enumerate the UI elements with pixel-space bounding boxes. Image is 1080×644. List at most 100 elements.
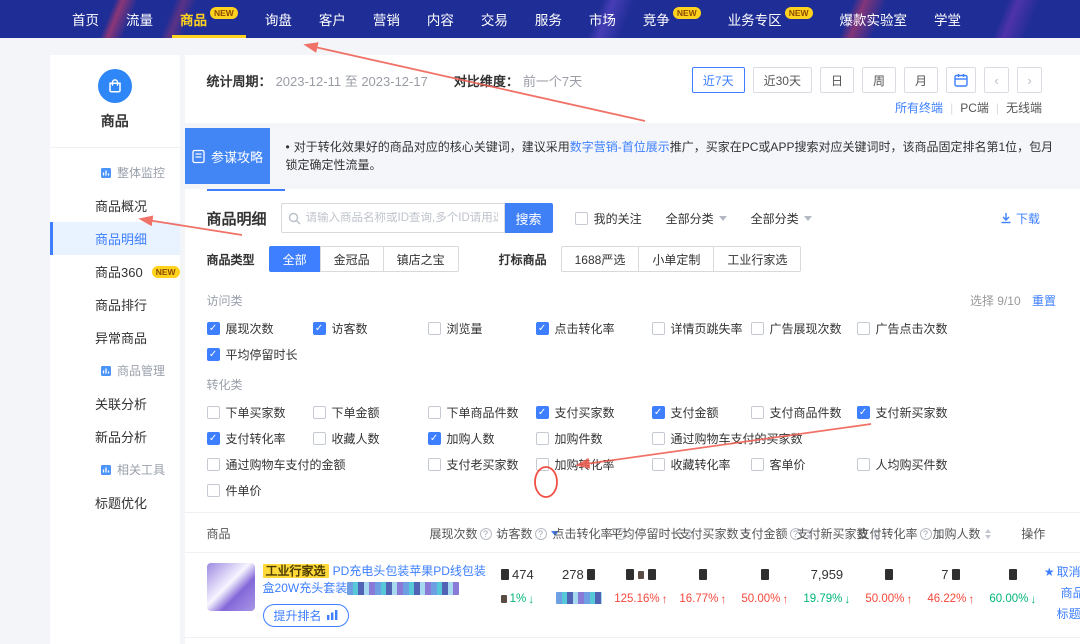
action-link-1[interactable]: ★取消关注 <box>1044 563 1080 582</box>
metric-checkbox[interactable]: 下单商品件数 <box>428 404 519 421</box>
product-image[interactable] <box>207 563 255 611</box>
nav-item-4[interactable]: 询盘 <box>265 0 292 38</box>
metric-checkbox[interactable]: 下单金额 <box>313 404 380 421</box>
sidebar-item-4[interactable]: 商品360NEW <box>50 255 180 288</box>
rank-boost-button[interactable]: 提升排名 <box>263 604 349 627</box>
sidebar-item-11[interactable]: 标题优化 <box>50 486 180 519</box>
metric-value <box>610 566 672 583</box>
sidebar-item-6[interactable]: 异常商品 <box>50 321 180 354</box>
product-title[interactable]: 工业行家选PD充电头包装苹果PD线包装 <box>263 563 486 580</box>
metric-checkbox[interactable]: 支付金额 <box>652 404 719 421</box>
nav-item-13[interactable]: 爆款实验室 <box>840 0 908 38</box>
range-button-2[interactable]: 近30天 <box>753 67 812 93</box>
type-button-1[interactable]: 全部 <box>269 246 321 272</box>
category-select-2[interactable]: 全部分类 <box>751 210 812 227</box>
metric-checkbox[interactable]: 浏览量 <box>428 320 483 337</box>
metric-checkbox[interactable]: 件单价 <box>207 482 262 499</box>
metric-checkbox[interactable]: 加购人数 <box>428 430 495 447</box>
metric-checkbox[interactable]: 点击转化率 <box>536 320 615 337</box>
type-button-2[interactable]: 金冠品 <box>320 246 384 272</box>
sidebar-item-10[interactable]: 相关工具 <box>50 453 180 486</box>
sidebar-item-8[interactable]: 关联分析 <box>50 387 180 420</box>
metric-checkbox[interactable]: 广告点击次数 <box>857 320 948 337</box>
range-button-3[interactable]: 日 <box>820 67 854 93</box>
metric-checkbox[interactable]: 收藏转化率 <box>652 456 731 473</box>
metric-checkbox[interactable]: 平均停留时长 <box>207 346 298 363</box>
mark-button-2[interactable]: 小单定制 <box>638 246 714 272</box>
column-header-4[interactable]: 平均停留时长 <box>621 525 683 542</box>
range-button-4[interactable]: 周 <box>862 67 896 93</box>
metric-checkbox[interactable]: 支付新买家数 <box>857 404 948 421</box>
help-icon[interactable]: ? <box>480 528 492 540</box>
column-header-9[interactable]: 加购人数 <box>931 525 993 542</box>
nav-item-6[interactable]: 营销 <box>373 0 400 38</box>
metric-checkbox[interactable]: 支付商品件数 <box>751 404 842 421</box>
sidebar-item-9[interactable]: 新品分析 <box>50 420 180 453</box>
nav-item-10[interactable]: 市场 <box>589 0 616 38</box>
metric-checkbox-label: 支付新买家数 <box>876 404 948 421</box>
metric-checkbox[interactable]: 收藏人数 <box>313 430 380 447</box>
nav-item-7[interactable]: 内容 <box>427 0 454 38</box>
help-icon[interactable]: ? <box>535 528 547 540</box>
nav-item-5[interactable]: 客户 <box>319 0 346 38</box>
nav-item-9[interactable]: 服务 <box>535 0 562 38</box>
action-link-2[interactable]: 商品360 <box>1061 584 1080 603</box>
reset-button[interactable]: 重置 <box>1032 294 1056 308</box>
next-period-button[interactable]: › <box>1017 67 1042 93</box>
calendar-button[interactable] <box>946 67 976 93</box>
metric-checkbox[interactable]: 广告展现次数 <box>751 320 842 337</box>
action-link-3[interactable]: 标题优化 <box>1057 605 1080 624</box>
nav-item-8[interactable]: 交易 <box>481 0 508 38</box>
my-follow-checkbox[interactable]: 我的关注 <box>575 210 642 227</box>
sort-icon[interactable] <box>985 529 991 539</box>
nav-item-3[interactable]: 商品NEW <box>180 0 238 38</box>
nav-item-label: 询盘 <box>265 9 292 29</box>
metric-checkbox[interactable]: 加购转化率 <box>536 456 615 473</box>
metric-checkbox[interactable]: 展现次数 <box>207 320 274 337</box>
category-select-1[interactable]: 全部分类 <box>666 210 727 227</box>
terminal-option-1[interactable]: 所有终端 <box>895 99 943 116</box>
type-button-3[interactable]: 镇店之宝 <box>383 246 459 272</box>
nav-item-label: 业务专区 <box>728 9 782 29</box>
metric-value <box>734 566 796 583</box>
sidebar-item-1[interactable]: 整体监控 <box>50 156 180 189</box>
metric-checkbox[interactable]: 客单价 <box>751 456 806 473</box>
metric-checkbox[interactable]: 支付转化率 <box>207 430 286 447</box>
range-button-5[interactable]: 月 <box>904 67 938 93</box>
sidebar-item-3[interactable]: 商品明细 <box>50 222 180 255</box>
metric-checkbox[interactable]: 下单买家数 <box>207 404 286 421</box>
mark-button-3[interactable]: 工业行家选 <box>713 246 801 272</box>
metric-checkbox[interactable]: 详情页跳失率 <box>652 320 743 337</box>
metric-checkbox[interactable]: 访客数 <box>313 320 368 337</box>
metric-checkbox[interactable]: 支付买家数 <box>536 404 615 421</box>
metric-checkbox[interactable]: 支付老买家数 <box>428 456 519 473</box>
terminal-option-2[interactable]: PC端 <box>960 99 989 116</box>
nav-item-2[interactable]: 流量 <box>126 0 153 38</box>
terminal-option-3[interactable]: 无线端 <box>1006 99 1042 116</box>
column-header-8[interactable]: 支付转化率? <box>869 525 931 542</box>
checkbox-icon <box>857 322 870 335</box>
metric-checkbox[interactable]: 加购件数 <box>536 430 603 447</box>
metric-checkbox[interactable]: 通过购物车支付的金额 <box>207 456 346 473</box>
sidebar-item-2[interactable]: 商品概况 <box>50 189 180 222</box>
metric-checkbox[interactable]: 通过购物车支付的买家数 <box>652 430 803 447</box>
nav-item-14[interactable]: 学堂 <box>934 0 961 38</box>
strategy-banner-button[interactable]: 参谋攻略 <box>185 128 270 184</box>
checkbox-row: 下单买家数 下单金额 下单商品件数支付买家数 支付金额 支付商品件数 支付新买家数 <box>207 404 1080 420</box>
range-button-1[interactable]: 近7天 <box>692 67 745 93</box>
column-header-2[interactable]: 访客数? <box>497 525 559 542</box>
nav-item-12[interactable]: 业务专区NEW <box>728 0 813 38</box>
column-header-5[interactable]: 支付买家数 <box>683 525 745 542</box>
sidebar-item-5[interactable]: 商品排行 <box>50 288 180 321</box>
search-button[interactable]: 搜索 <box>505 203 553 233</box>
mark-button-1[interactable]: 1688严选 <box>561 246 640 272</box>
sidebar-item-7[interactable]: 商品管理 <box>50 354 180 387</box>
nav-item-1[interactable]: 首页 <box>72 0 99 38</box>
search-input[interactable] <box>306 212 498 224</box>
nav-item-11[interactable]: 竞争NEW <box>643 0 701 38</box>
tip-strategy-link[interactable]: 数字营销-首位展示 <box>570 140 670 154</box>
column-header-1[interactable]: 展现次数? <box>435 525 497 542</box>
download-button[interactable]: 下载 <box>1000 210 1040 227</box>
prev-period-button[interactable]: ‹ <box>984 67 1009 93</box>
metric-checkbox[interactable]: 人均购买件数 <box>857 456 948 473</box>
